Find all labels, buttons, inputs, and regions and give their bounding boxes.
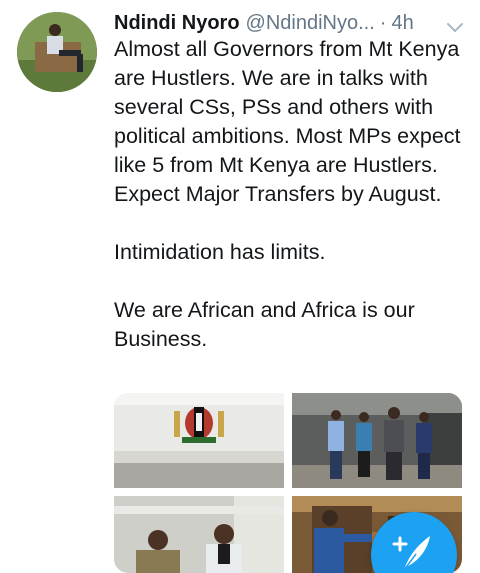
separator-dot: ·	[379, 12, 387, 34]
author-name[interactable]: Ndindi Nyoro	[114, 8, 240, 38]
tweet-paragraph: We are African and Africa is our Busines…	[114, 298, 415, 351]
author-handle[interactable]: @NdindiNyo...	[246, 8, 375, 38]
chevron-down-icon[interactable]	[446, 15, 464, 32]
compose-tweet-icon	[392, 536, 430, 571]
photo-coat-of-arms[interactable]	[114, 393, 284, 488]
tweet-paragraph: Intimidation has limits.	[114, 240, 326, 264]
tweet-header: Ndindi Nyoro @NdindiNyo... · 4h	[114, 8, 464, 38]
tweet-text: Almost all Governors from Mt Kenya are H…	[114, 35, 476, 354]
photo-group[interactable]	[292, 393, 462, 488]
avatar[interactable]	[17, 12, 97, 92]
tweet[interactable]: Ndindi Nyoro @NdindiNyo... · 4h Almost a…	[0, 0, 480, 573]
tweet-paragraph: Almost all Governors from Mt Kenya are H…	[114, 37, 461, 206]
tweet-timestamp[interactable]: 4h	[391, 8, 413, 38]
photo-meeting[interactable]	[114, 496, 284, 573]
